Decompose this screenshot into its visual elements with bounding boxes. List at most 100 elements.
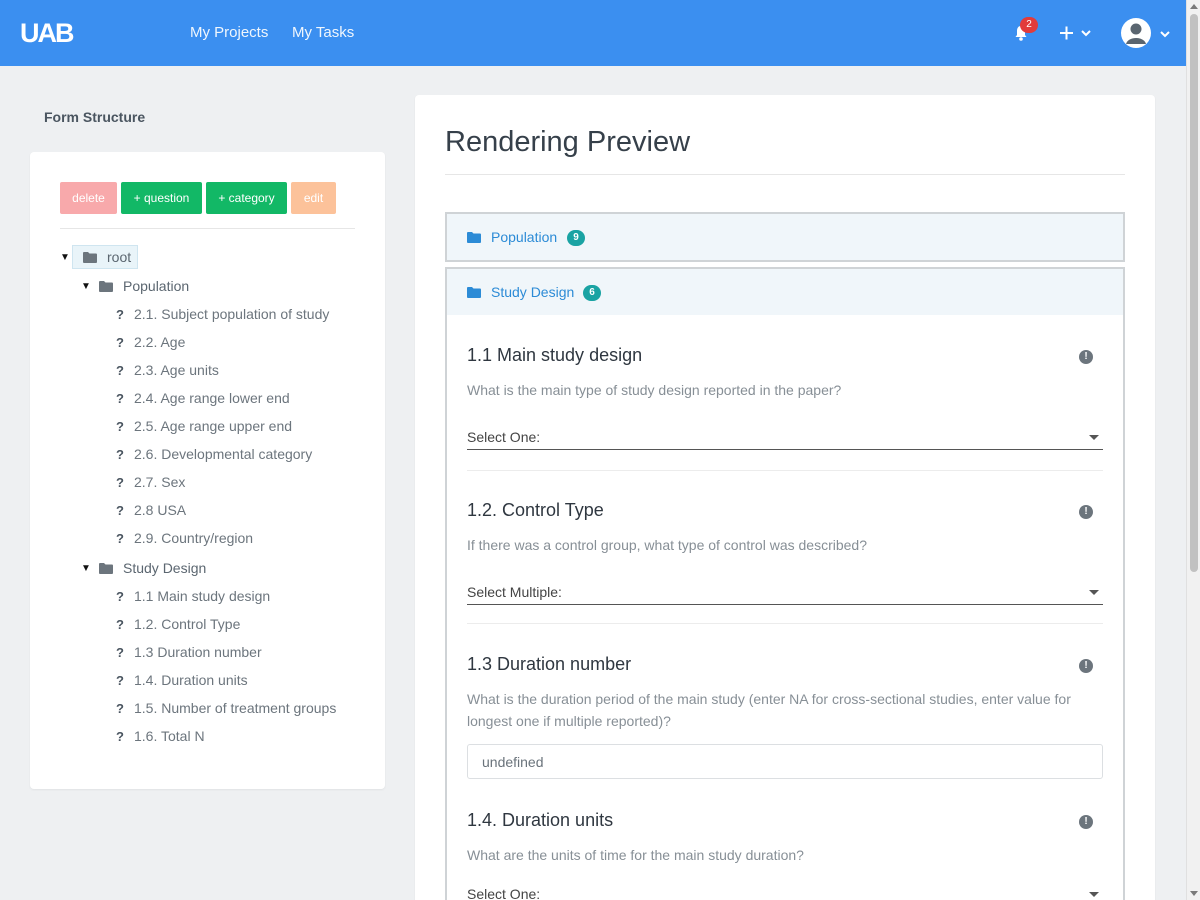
category-header-study-design[interactable]: Study Design 6 <box>447 269 1123 315</box>
tree-question-item[interactable]: ? 2.6. Developmental category <box>116 443 312 465</box>
question-title: 1.2. Control Type <box>467 500 604 520</box>
form-structure-heading: Form Structure <box>44 109 146 125</box>
page-scrollbar[interactable] <box>1186 0 1200 900</box>
tree-node-root[interactable]: ▼ root <box>60 245 139 269</box>
tree-question-item[interactable]: ? 1.3 Duration number <box>116 641 262 663</box>
caret-down-icon <box>1089 435 1099 440</box>
collapse-toggle-icon[interactable]: ▼ <box>81 281 93 292</box>
add-category-button[interactable]: + category <box>206 182 287 214</box>
duration-number-input[interactable] <box>467 744 1103 779</box>
divider <box>467 623 1103 624</box>
info-icon[interactable]: ! <box>1079 505 1093 519</box>
question-block: 1.2. Control Type ! If there was a contr… <box>467 500 1103 628</box>
edit-button[interactable]: edit <box>291 182 336 214</box>
question-block: 1.4. Duration units ! What are the units… <box>467 810 1103 900</box>
tree-question-item[interactable]: ? 2.3. Age units <box>116 359 219 381</box>
question-mark-icon: ? <box>116 700 124 716</box>
tree-question-label: 1.3 Duration number <box>134 644 262 660</box>
top-navbar: UAB My Projects My Tasks 2 <box>0 0 1186 66</box>
collapse-toggle-icon[interactable]: ▼ <box>60 252 72 263</box>
scroll-down-arrow-icon[interactable] <box>1190 891 1198 896</box>
tree-question-label: 2.2. Age <box>134 334 186 350</box>
question-mark-icon: ? <box>116 474 124 490</box>
question-mark-icon: ? <box>116 672 124 688</box>
tree-question-item[interactable]: ? 2.2. Age <box>116 331 185 353</box>
folder-icon <box>99 280 113 292</box>
nav-my-projects[interactable]: My Projects <box>190 24 268 41</box>
folder-icon <box>99 562 113 574</box>
tree-question-item[interactable]: ? 2.5. Age range upper end <box>116 415 292 437</box>
tree-question-label: 2.4. Age range lower end <box>134 390 290 406</box>
category-label: Population <box>491 229 558 245</box>
question-mark-icon: ? <box>116 418 124 434</box>
tree-question-label: 2.6. Developmental category <box>134 446 313 462</box>
plus-icon <box>1060 26 1091 40</box>
tree-question-label: 2.1. Subject population of study <box>134 306 330 322</box>
add-menu-dropdown[interactable] <box>1058 22 1094 44</box>
tree-question-item[interactable]: ? 2.7. Sex <box>116 471 185 493</box>
question-mark-icon: ? <box>116 390 124 406</box>
category-label: Study Design <box>491 284 575 300</box>
tree-node-study-design[interactable]: ▼ Study Design <box>81 557 206 579</box>
uab-logo[interactable]: UAB <box>20 20 94 44</box>
tree-question-label: 2.7. Sex <box>134 474 186 490</box>
question-title: 1.3 Duration number <box>467 654 632 674</box>
delete-button[interactable]: delete <box>60 182 117 214</box>
tree-question-label: 1.6. Total N <box>134 728 205 744</box>
info-icon[interactable]: ! <box>1079 350 1093 364</box>
page-title: Rendering Preview <box>445 126 691 158</box>
select-one-dropdown[interactable]: Select One: <box>467 426 1103 450</box>
select-multiple-dropdown[interactable]: Select Multiple: <box>467 581 1103 605</box>
question-title: 1.1 Main study design <box>467 345 643 365</box>
question-description: What is the main type of study design re… <box>467 382 842 398</box>
info-icon[interactable]: ! <box>1079 659 1093 673</box>
select-one-dropdown[interactable]: Select One: <box>467 883 1103 900</box>
question-mark-icon: ? <box>116 530 124 546</box>
tree-question-item[interactable]: ? 2.4. Age range lower end <box>116 387 290 409</box>
tree-question-label: 2.9. Country/region <box>134 530 254 546</box>
tree-node-population[interactable]: ▼ Population <box>81 275 189 297</box>
tree-question-item[interactable]: ? 1.5. Number of treatment groups <box>116 697 336 719</box>
question-mark-icon: ? <box>116 306 124 322</box>
rendering-preview-panel: Rendering Preview Population 9 Study Des… <box>415 95 1155 900</box>
tree-question-item[interactable]: ? 2.1. Subject population of study <box>116 303 329 325</box>
folder-icon <box>467 287 481 298</box>
user-menu-dropdown[interactable] <box>1121 17 1173 49</box>
caret-down-icon <box>1089 892 1099 897</box>
divider <box>445 174 1125 175</box>
select-value: Select One: <box>467 886 541 900</box>
question-mark-icon: ? <box>116 728 124 744</box>
tree-question-item[interactable]: ? 1.2. Control Type <box>116 613 240 635</box>
tree-question-item[interactable]: ? 1.4. Duration units <box>116 669 248 691</box>
tree-question-item[interactable]: ? 1.1 Main study design <box>116 585 270 607</box>
form-structure-panel: delete + question + category edit ▼ root… <box>30 152 385 789</box>
tree-question-label: 1.2. Control Type <box>134 616 241 632</box>
tree-node-label: Population <box>123 278 190 294</box>
tree-question-label: 1.5. Number of treatment groups <box>134 700 337 716</box>
tree-question-label: 2.3. Age units <box>134 362 219 378</box>
scroll-up-arrow-icon[interactable] <box>1190 4 1198 9</box>
question-mark-icon: ? <box>116 588 124 604</box>
scroll-thumb[interactable] <box>1190 14 1198 572</box>
category-panel-population: Population 9 <box>445 212 1125 262</box>
tree-question-item[interactable]: ? 2.8 USA <box>116 499 186 521</box>
tree-question-label: 2.8 USA <box>134 502 187 518</box>
nav-my-tasks[interactable]: My Tasks <box>292 24 354 41</box>
question-count-badge: 6 <box>583 285 601 301</box>
category-header-population[interactable]: Population 9 <box>447 214 1123 260</box>
question-title: 1.4. Duration units <box>467 810 614 830</box>
svg-text:UAB: UAB <box>20 20 74 44</box>
tree-question-label: 1.1 Main study design <box>134 588 271 604</box>
info-icon[interactable]: ! <box>1079 815 1093 829</box>
question-count-badge: 9 <box>567 230 585 246</box>
folder-icon <box>467 232 481 243</box>
tree-question-item[interactable]: ? 2.9. Country/region <box>116 527 253 549</box>
caret-down-icon <box>1089 590 1099 595</box>
tree-root-selected[interactable]: root <box>72 245 139 269</box>
add-question-button[interactable]: + question <box>121 182 202 214</box>
collapse-toggle-icon[interactable]: ▼ <box>81 563 93 574</box>
tree-question-item[interactable]: ? 1.6. Total N <box>116 725 205 747</box>
select-value: Select Multiple: <box>467 584 562 600</box>
tree-question-label: 1.4. Duration units <box>134 672 248 688</box>
question-block: 1.3 Duration number ! What is the durati… <box>467 654 1103 784</box>
